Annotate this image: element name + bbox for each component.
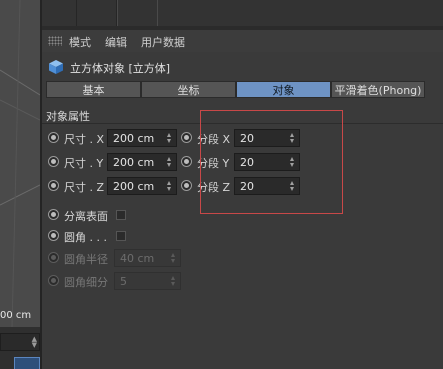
segments-z-row: 分段 Z 20 bbox=[181, 177, 301, 197]
fillet-row: 圆角 . . . bbox=[48, 227, 138, 247]
tab-phong[interactable]: 平滑着色(Phong) bbox=[331, 81, 425, 98]
section-title: 对象属性 bbox=[46, 110, 90, 123]
spinner-arrows-icon[interactable] bbox=[167, 181, 172, 192]
segments-x-label: 分段 X bbox=[197, 133, 231, 146]
object-title-row: 立方体对象 [立方体] bbox=[42, 56, 443, 78]
spinner-arrows-icon[interactable] bbox=[290, 181, 295, 192]
spinner-arrows-icon bbox=[171, 276, 176, 287]
spinner-arrows-icon[interactable] bbox=[290, 133, 295, 144]
animate-radio-icon bbox=[48, 275, 59, 286]
stepper-arrows-icon: ▲ ▼ bbox=[31, 335, 37, 349]
size-y-value: 200 cm bbox=[113, 156, 155, 169]
attribute-tabs: 基本 坐标 对象 平滑着色(Phong) bbox=[46, 81, 425, 99]
tab-object[interactable]: 对象 bbox=[236, 81, 331, 98]
viewport-size-readout: 00 cm bbox=[0, 310, 32, 321]
animate-radio-icon bbox=[48, 252, 59, 263]
segments-z-value: 20 bbox=[240, 180, 254, 193]
attribute-manager-screen: 00 cm ▲ ▼ 模式 编辑 用户数据 立方体对象 [立方体] 基本 坐标 对象… bbox=[0, 0, 443, 369]
menu-user-data[interactable]: 用户数据 bbox=[141, 34, 185, 50]
animate-radio-icon[interactable] bbox=[48, 209, 59, 220]
tab-basic[interactable]: 基本 bbox=[46, 81, 141, 98]
size-x-value: 200 cm bbox=[113, 132, 155, 145]
separate-surfaces-row: 分离表面 bbox=[48, 206, 138, 226]
segments-x-row: 分段 X 20 bbox=[181, 129, 301, 149]
size-y-row: 尺寸 . Y 200 cm bbox=[48, 153, 178, 173]
fillet-subdivision-row: 圆角细分 5 bbox=[48, 272, 183, 292]
object-title: 立方体对象 [立方体] bbox=[70, 62, 171, 75]
spinner-arrows-icon[interactable] bbox=[167, 133, 172, 144]
spinner-arrows-icon[interactable] bbox=[167, 157, 172, 168]
section-divider bbox=[42, 123, 443, 124]
top-strip-cell[interactable] bbox=[116, 0, 158, 26]
segments-x-value: 20 bbox=[240, 132, 254, 145]
spinner-arrows-icon[interactable] bbox=[290, 157, 295, 168]
separate-surfaces-label: 分离表面 bbox=[64, 210, 108, 223]
fillet-radius-input: 40 cm bbox=[114, 249, 181, 267]
fillet-subdivision-input: 5 bbox=[114, 272, 181, 290]
fillet-checkbox[interactable] bbox=[116, 231, 126, 241]
size-z-label: 尺寸 . Z bbox=[64, 181, 105, 194]
animate-radio-icon[interactable] bbox=[48, 132, 59, 143]
size-x-row: 尺寸 . X 200 cm bbox=[48, 129, 178, 149]
animate-radio-icon[interactable] bbox=[181, 156, 192, 167]
segments-y-row: 分段 Y 20 bbox=[181, 153, 301, 173]
fillet-subdivision-value: 5 bbox=[120, 275, 127, 288]
animate-radio-icon[interactable] bbox=[48, 180, 59, 191]
fillet-radius-label: 圆角半径 bbox=[64, 253, 108, 266]
animate-radio-icon[interactable] bbox=[181, 132, 192, 143]
top-toolbar-strip bbox=[42, 0, 443, 26]
segments-y-input[interactable]: 20 bbox=[234, 153, 300, 171]
top-strip-cell[interactable] bbox=[76, 0, 118, 26]
size-z-row: 尺寸 . Z 200 cm bbox=[48, 177, 178, 197]
viewport-bottom-bar: ▲ ▼ bbox=[0, 327, 40, 369]
size-y-label: 尺寸 . Y bbox=[64, 157, 104, 170]
grip-icon[interactable] bbox=[48, 36, 62, 46]
spinner-arrows-icon bbox=[171, 253, 176, 264]
size-z-input[interactable]: 200 cm bbox=[107, 177, 177, 195]
fillet-radius-row: 圆角半径 40 cm bbox=[48, 249, 183, 269]
menu-mode[interactable]: 模式 bbox=[69, 34, 91, 50]
size-z-value: 200 cm bbox=[113, 180, 155, 193]
viewport-wireframe bbox=[0, 0, 40, 327]
animate-radio-icon[interactable] bbox=[181, 180, 192, 191]
fillet-radius-value: 40 cm bbox=[120, 252, 155, 265]
viewport-mode-button[interactable] bbox=[14, 357, 40, 369]
size-x-label: 尺寸 . X bbox=[64, 133, 105, 146]
segments-x-input[interactable]: 20 bbox=[234, 129, 300, 147]
tab-coord[interactable]: 坐标 bbox=[141, 81, 236, 98]
segments-z-label: 分段 Z bbox=[197, 181, 231, 194]
size-x-input[interactable]: 200 cm bbox=[107, 129, 177, 147]
menu-edit[interactable]: 编辑 bbox=[105, 34, 127, 50]
viewport-panel[interactable]: 00 cm bbox=[0, 0, 40, 327]
animate-radio-icon[interactable] bbox=[48, 156, 59, 167]
separate-surfaces-checkbox[interactable] bbox=[116, 210, 126, 220]
size-y-input[interactable]: 200 cm bbox=[107, 153, 177, 171]
segments-z-input[interactable]: 20 bbox=[234, 177, 300, 195]
cube-icon bbox=[49, 60, 63, 74]
animate-radio-icon[interactable] bbox=[48, 230, 59, 241]
segments-y-label: 分段 Y bbox=[197, 157, 230, 170]
fillet-label: 圆角 . . . bbox=[64, 231, 107, 244]
viewport-stepper[interactable]: ▲ ▼ bbox=[0, 333, 40, 351]
attribute-menubar: 模式 编辑 用户数据 bbox=[42, 30, 443, 52]
segments-y-value: 20 bbox=[240, 156, 254, 169]
fillet-subdivision-label: 圆角细分 bbox=[64, 276, 108, 289]
